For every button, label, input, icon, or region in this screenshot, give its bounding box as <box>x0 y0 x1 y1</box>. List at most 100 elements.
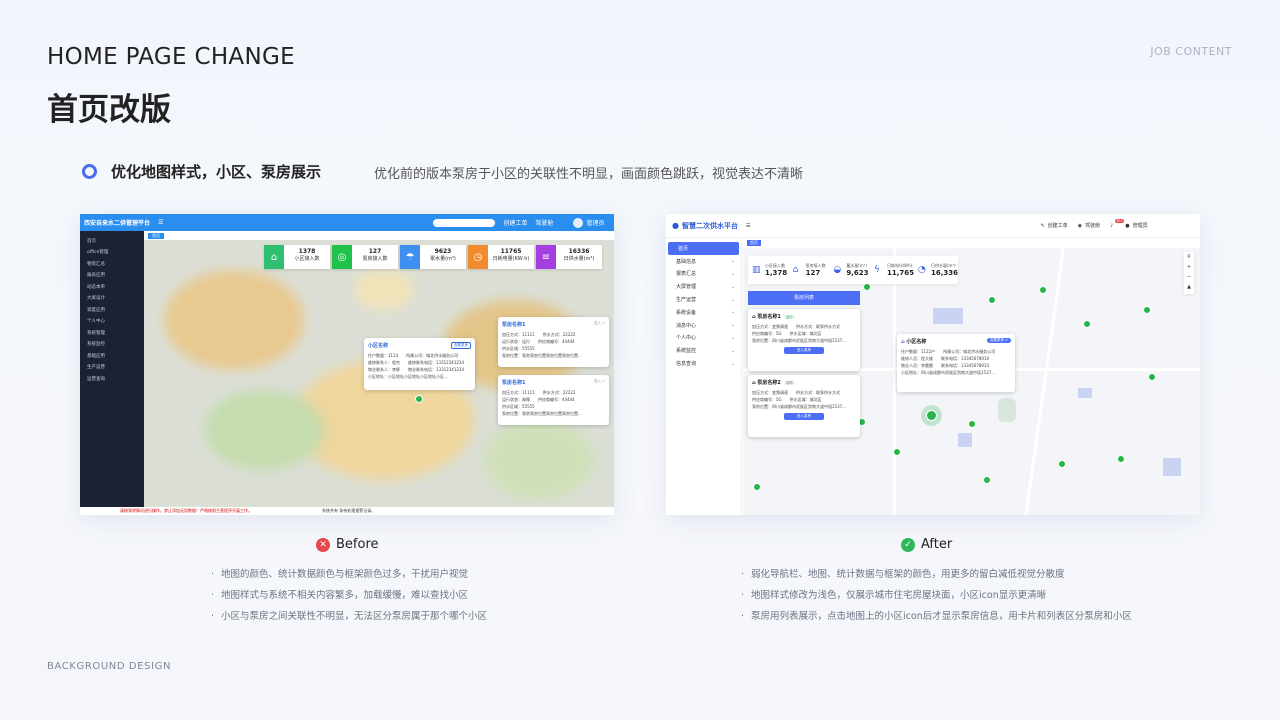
after-action-create[interactable]: 创建工单 <box>1048 222 1068 229</box>
sidebar-item[interactable]: 基础应用 <box>80 350 144 362</box>
avatar[interactable]: ● <box>1125 223 1129 229</box>
sidebar-item-label: 生产运营 <box>676 297 697 304</box>
bullet-item: 地图样式修改为浅色，仅展示城市住宅房屋块面，小区icon显示更清晰 <box>741 585 1132 606</box>
sidebar-item[interactable]: office管理 <box>80 247 144 259</box>
after-community-card[interactable]: ⌂ 小区名称 查看泵房 > 住户数量：1122户 所属公司：城北供水服务公司 维修… <box>897 334 1015 392</box>
info-row: 运行状态：运行 供应商编号：44444 <box>502 339 575 344</box>
sidebar-item[interactable]: 大屏管理 ⌄ <box>666 280 741 293</box>
stat-value: 9,623 <box>846 269 869 277</box>
info-row: 住户数量：1122户 所属公司：城北供水服务公司 <box>901 349 996 354</box>
before-community-button[interactable]: 查看泵房 <box>451 342 471 349</box>
map-pin[interactable] <box>753 483 761 491</box>
map-pin[interactable] <box>983 476 991 484</box>
stat-text: 小区接入数 1,378 <box>765 263 787 277</box>
before-action-admin[interactable]: 管理员 <box>586 218 604 227</box>
search-icon[interactable]: ⚲ <box>1184 252 1194 262</box>
sidebar-item[interactable]: 基础信息 ⌄ <box>666 255 741 268</box>
sidebar-item[interactable]: 消息中心 ⌄ <box>666 319 741 332</box>
zoom-in-button[interactable]: + <box>1184 262 1194 272</box>
enter-pump-button[interactable]: 进入泵房 <box>784 413 824 420</box>
after-tab[interactable]: 首页 <box>747 240 761 246</box>
zoom-out-button[interactable]: − <box>1184 272 1194 282</box>
selected-map-pin[interactable] <box>926 410 937 421</box>
info-row: 加压方式：11111 供水方式：22222 <box>502 332 576 337</box>
enter-link[interactable]: 进入 > <box>594 321 605 326</box>
edit-icon: ✎ <box>1040 222 1045 229</box>
enter-link[interactable]: 进入 > <box>594 379 605 384</box>
map-pin[interactable] <box>863 283 871 291</box>
before-map-pin[interactable] <box>415 395 423 403</box>
before-tab[interactable]: 首页 <box>148 233 164 239</box>
stat-label: 日供水量(m³) <box>563 256 595 262</box>
stat-label: 日耗电量(KW·h) <box>492 256 530 262</box>
before-stat-card: ☂ 9623 累水量(m³) <box>400 245 466 269</box>
map-pin[interactable] <box>1039 286 1047 294</box>
info-row: 泵房位置：泵房泵房位置泵房位置泵房位置... <box>502 353 582 358</box>
before-search-input[interactable] <box>433 218 496 227</box>
map-pin[interactable] <box>968 420 976 428</box>
stat-value: 16,336 <box>930 269 958 277</box>
sidebar-item[interactable]: 报表应用 <box>80 270 144 282</box>
sidebar-item[interactable]: 物资汇总 <box>80 258 144 270</box>
sidebar-item-label: 大屏管理 <box>676 284 697 291</box>
sidebar-item[interactable]: 系统监控 <box>80 339 144 351</box>
map-pin[interactable] <box>1148 373 1156 381</box>
stat-icon: ◷ <box>468 245 488 269</box>
after-action-cockpit[interactable]: 驾驶舱 <box>1085 222 1100 229</box>
info-row: 物业人员：李雷雷 联系电话：13345678910 <box>901 363 989 368</box>
chevron-down-icon: ⌄ <box>730 296 735 303</box>
stat-icon: ◔ <box>917 264 926 275</box>
sidebar-item[interactable]: 个人中心 ⌄ <box>666 332 741 345</box>
map-pin[interactable] <box>1117 455 1125 463</box>
after-stat-card: ⌂ 泵房接入数 127 <box>789 256 830 284</box>
map-pin[interactable] <box>1143 306 1151 314</box>
before-action-create[interactable]: 创建工单 <box>503 218 527 227</box>
sidebar-item[interactable]: 系统管理 <box>80 327 144 339</box>
sidebar-item[interactable]: 首页 <box>668 242 739 255</box>
section-heading: 优化地图样式，小区、泵房展示 <box>82 161 321 182</box>
menu-icon[interactable]: ☰ <box>746 223 750 229</box>
sidebar-item[interactable]: 大屏设计 <box>80 293 144 305</box>
sidebar-item[interactable]: 报表汇总 ⌄ <box>666 268 741 281</box>
stat-icon: ⌂ <box>264 245 284 269</box>
sidebar-item[interactable]: 系统设备 ⌄ <box>666 306 741 319</box>
info-row: 泵房位置：四川省成都市武侯区剑南大道中段1537... <box>752 404 846 409</box>
sidebar-item[interactable]: 运营查询 <box>80 373 144 385</box>
before-pump-card-2[interactable]: 泵房名称1 进入 > 加压方式：11111 供水方式：22222 运行状态：故障 … <box>498 375 609 425</box>
pump-list-card[interactable]: ⌂ 泵房名称1 运行 加压方式：变频调速 供水方式：联泵供水方式 供应商编号：5G 供… <box>748 309 860 371</box>
before-stat-card: ◷ 11765 日耗电量(KW·h) <box>468 245 534 269</box>
bell-icon[interactable]: ♪ 99+ <box>1110 218 1125 229</box>
sidebar-item-label: 个人中心 <box>676 335 697 342</box>
sidebar-item[interactable]: 调度应用 <box>80 304 144 316</box>
stat-value: 11765 <box>500 248 522 255</box>
enter-pump-button[interactable]: 进入泵房 <box>784 347 824 354</box>
map-pin[interactable] <box>988 296 996 304</box>
before-action-cockpit[interactable]: 驾驶舱 <box>535 218 553 227</box>
info-row: 供应商编号：5G 供水区域：城北区 <box>752 331 822 336</box>
page-title-cn: 首页改版 <box>47 92 171 128</box>
avatar[interactable] <box>573 217 584 228</box>
before-stats: ⌂ 1378 小区接入数 ◎ 127 泵房接入数 ☂ 9623 累水量(m³) ◷ 11765 日耗电… <box>264 245 602 269</box>
before-community-card[interactable]: 小区名称 查看泵房 住户数量：1114 所属公司：城北供水服务公司 维修联系人：程… <box>364 338 475 390</box>
pump-list-card[interactable]: ⌂ 泵房名称2 故障 加压方式：变频调速 供水方式：联泵供水方式 供应商编号：5G 供… <box>748 375 860 437</box>
compass-icon[interactable]: ▲ <box>1184 282 1194 292</box>
sidebar-item[interactable]: 信息查询 ⌄ <box>666 357 741 370</box>
sidebar-item[interactable]: 系统监控 ⌄ <box>666 344 741 357</box>
sidebar-item[interactable]: 生产运营 <box>80 362 144 374</box>
notification-badge: 99+ <box>1115 218 1125 223</box>
map-pin[interactable] <box>893 448 901 456</box>
sidebar-item[interactable]: 个人中心 <box>80 316 144 328</box>
sidebar-item[interactable]: 首页 <box>80 235 144 247</box>
sidebar-item[interactable]: 动态本单 <box>80 281 144 293</box>
info-row: 加压方式：11111 供水方式：22222 <box>502 390 576 395</box>
map-pin[interactable] <box>1058 460 1066 468</box>
after-community-button[interactable]: 查看泵房 > <box>986 338 1011 343</box>
section-description: 优化前的版本泵房于小区的关联性不明显，画面颜色跳跃，视觉表达不清晰 <box>374 167 804 182</box>
after-action-admin[interactable]: 管理员 <box>1133 222 1148 229</box>
sidebar-item[interactable]: 生产运营 ⌄ <box>666 293 741 306</box>
stat-value: 1,378 <box>765 269 788 277</box>
ring-icon <box>82 164 97 179</box>
before-pump-card-1[interactable]: 泵房名称1 进入 > 加压方式：11111 供水方式：22222 运行状态：运行 … <box>498 317 609 367</box>
info-row: 小区地址：四川省成都市武侯区剑南大道中段1537... <box>901 370 995 375</box>
map-pin[interactable] <box>1083 320 1091 328</box>
